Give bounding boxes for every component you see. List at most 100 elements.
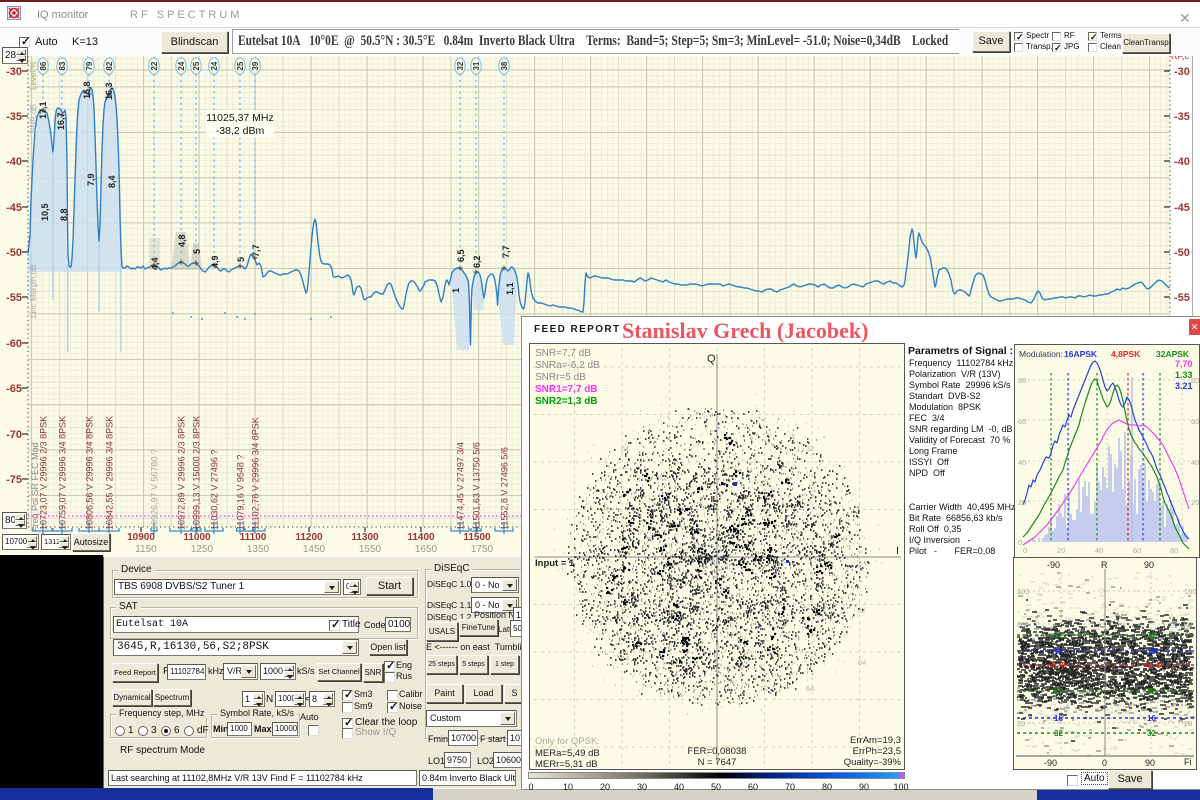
svg-text:ErrPh=23,5: ErrPh=23,5 [853, 746, 901, 757]
svg-text:-55: -55 [1174, 292, 1190, 304]
svg-text:11102,78 V 29996 3/4 8PSK: 11102,78 V 29996 3/4 8PSK [251, 417, 261, 530]
svg-text:24: 24 [210, 61, 219, 70]
svg-text:Modulation:: Modulation: [1019, 349, 1063, 359]
svg-text:4,8: 4,8 [177, 234, 187, 247]
svg-text:40: 40 [1191, 458, 1199, 467]
svg-text:32: 32 [1147, 631, 1156, 640]
svg-text:-75: -75 [6, 474, 22, 486]
svg-text:11552,8 V 27496 5/6: 11552,8 V 27496 5/6 [500, 447, 510, 530]
svg-text:80: 80 [1191, 376, 1199, 385]
svg-text:83: 83 [58, 61, 67, 70]
svg-text:38: 38 [500, 61, 509, 70]
svg-text:SNR=7,7 dB: SNR=7,7 dB [535, 348, 591, 359]
svg-text:-40: -40 [6, 156, 22, 168]
svg-text:I: I [896, 545, 899, 557]
svg-text:0: 0 [1102, 758, 1107, 768]
svg-text:RF,c: RF,c [1171, 56, 1190, 61]
svg-text:FER=0,08038: FER=0,08038 [688, 746, 747, 757]
svg-text:20: 20 [1184, 719, 1192, 728]
svg-text:64: 64 [858, 658, 866, 667]
svg-text:80: 80 [1184, 620, 1192, 629]
svg-text:3.21: 3.21 [1175, 381, 1193, 391]
svg-text:32: 32 [1147, 687, 1156, 696]
svg-text:SNR,dB: SNR,dB [29, 104, 38, 133]
svg-text:32: 32 [1147, 729, 1156, 738]
svg-text:79: 79 [85, 61, 94, 70]
svg-text:8,4: 8,4 [107, 175, 117, 188]
svg-text:-90: -90 [1047, 560, 1060, 570]
svg-text:7,9: 7,9 [86, 173, 96, 186]
svg-text:100: 100 [1184, 587, 1197, 596]
svg-text:-50: -50 [6, 247, 22, 259]
svg-text:20: 20 [1191, 498, 1199, 507]
svg-text:25: 25 [192, 61, 201, 70]
svg-text:-90: -90 [1044, 758, 1057, 768]
svg-text:MERa=5,49 dB: MERa=5,49 dB [535, 748, 600, 759]
svg-text:11300: 11300 [351, 532, 379, 543]
svg-text:SNR1=7,7 dB: SNR1=7,7 dB [535, 384, 598, 395]
svg-text:64: 64 [806, 684, 814, 693]
svg-text:10972,89 V 29996 2/3 8PSK: 10972,89 V 29996 2/3 8PSK [177, 416, 187, 530]
svg-text:0: 0 [1018, 538, 1022, 547]
svg-text:16APSK: 16APSK [1064, 349, 1098, 359]
svg-text:60: 60 [1133, 546, 1141, 555]
svg-text:4,9: 4,9 [210, 255, 220, 268]
svg-text:20: 20 [1057, 546, 1065, 555]
svg-text:-45: -45 [1174, 202, 1190, 214]
svg-text:11079,16 V 9548 ?: 11079,16 V 9548 ? [236, 455, 246, 530]
svg-text:100: 100 [1017, 587, 1030, 596]
svg-text:-60: -60 [6, 338, 22, 350]
svg-text:82: 82 [105, 61, 114, 70]
svg-text:11474,45 V 27497 3/4: 11474,45 V 27497 3/4 [456, 442, 466, 530]
svg-text:8,8: 8,8 [59, 208, 69, 221]
svg-text:SNRa=-6,2 dB: SNRa=-6,2 dB [535, 360, 600, 371]
svg-text:-55: -55 [6, 292, 22, 304]
svg-text:22: 22 [150, 61, 159, 70]
svg-text:60: 60 [1018, 417, 1026, 426]
svg-text:1,1: 1,1 [505, 282, 515, 295]
svg-text:-65: -65 [6, 383, 22, 395]
svg-text:Quality=-39%: Quality=-39% [844, 757, 902, 768]
svg-text:4 - 8: 4 - 8 [1050, 661, 1067, 670]
svg-text:1.33: 1.33 [1175, 370, 1193, 380]
svg-text:15,8: 15,8 [82, 81, 92, 99]
svg-text:5: 5 [192, 249, 202, 254]
svg-text:10926,97 V 56780 ?: 10926,97 V 56780 ? [150, 449, 160, 530]
svg-text:10723,07 V 29996 2/3 8PSK: 10723,07 V 29996 2/3 8PSK [39, 416, 49, 530]
svg-text:Q: Q [707, 353, 716, 365]
svg-text:7,70: 7,70 [1175, 359, 1193, 369]
svg-text:11100: 11100 [240, 532, 267, 543]
svg-text:16: 16 [1147, 647, 1156, 656]
svg-text:1: 1 [451, 288, 461, 293]
svg-text:Input = 1: Input = 1 [535, 558, 575, 569]
svg-text:SNR2=1,3 dB: SNR2=1,3 dB [535, 396, 598, 407]
svg-text:40: 40 [1095, 546, 1103, 555]
svg-text:1750: 1750 [471, 544, 494, 555]
svg-text:4 - 8: 4 - 8 [1145, 661, 1162, 670]
svg-text:10806,56 V 29996 3/4 8PSK: 10806,56 V 29996 3/4 8PSK [85, 416, 95, 530]
svg-text:20: 20 [1017, 719, 1025, 728]
svg-text:80: 80 [1017, 620, 1025, 629]
svg-text:Fi: Fi [1184, 757, 1192, 767]
svg-text:Level,%: Level,% [29, 62, 38, 90]
svg-text:11000: 11000 [183, 532, 211, 543]
svg-text:16,3: 16,3 [104, 82, 114, 100]
svg-text:1650: 1650 [415, 544, 438, 555]
svg-text:N = 7647: N = 7647 [698, 757, 737, 768]
svg-text:6,5: 6,5 [456, 249, 466, 262]
svg-text:7,7: 7,7 [251, 244, 261, 257]
svg-text:1350: 1350 [247, 544, 270, 555]
svg-text:32: 32 [1054, 729, 1063, 738]
svg-text:39: 39 [251, 61, 260, 70]
svg-text:80: 80 [1018, 376, 1026, 385]
svg-text:90: 90 [1145, 758, 1155, 768]
svg-text:MERr=5,31 dB: MERr=5,31 dB [535, 759, 598, 769]
svg-text:16: 16 [1054, 714, 1063, 723]
svg-text:80: 80 [1170, 546, 1178, 555]
svg-text:1250: 1250 [191, 544, 214, 555]
svg-text:11200: 11200 [295, 532, 323, 543]
svg-text:-30: -30 [1174, 66, 1190, 78]
svg-text:4,4: 4,4 [150, 257, 160, 270]
svg-text:10999,13 V 15000 2/3 8PSK: 10999,13 V 15000 2/3 8PSK [192, 416, 202, 530]
svg-text:16,7: 16,7 [56, 112, 66, 130]
